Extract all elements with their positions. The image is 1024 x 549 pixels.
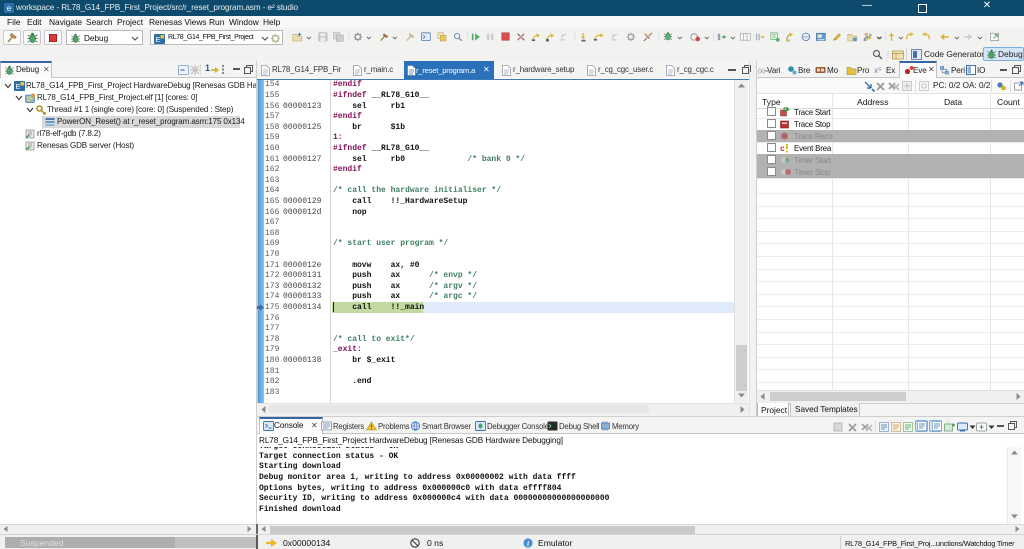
svg-text:e: e (7, 4, 12, 13)
svg-text:E: E (155, 35, 160, 44)
svg-text:c: c (780, 145, 785, 153)
svg-text:E: E (15, 82, 20, 91)
svg-text:x⁵: x⁵ (874, 66, 882, 75)
